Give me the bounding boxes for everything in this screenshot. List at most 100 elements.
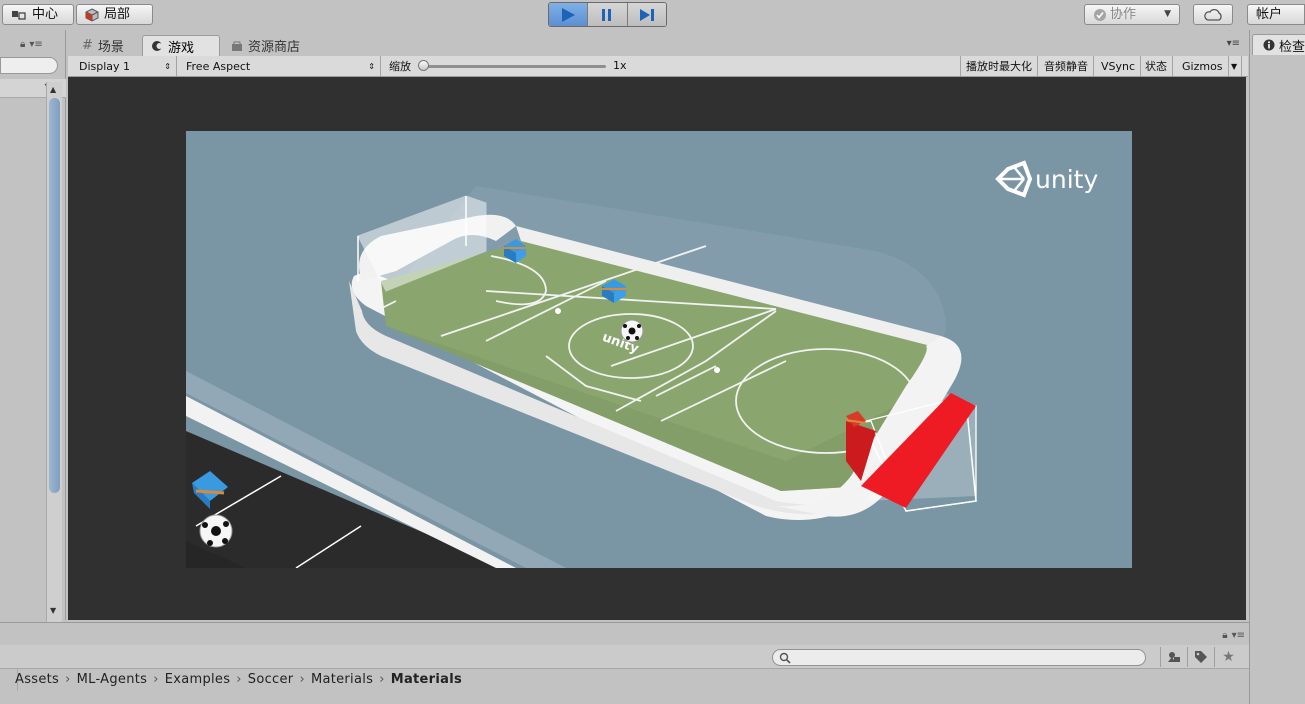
local-toggle-button[interactable]: 局部 — [76, 4, 153, 25]
gizmos-toggle[interactable]: Gizmos — [1177, 56, 1229, 76]
cloud-icon — [1204, 8, 1222, 21]
pivot-icon — [12, 10, 26, 20]
info-icon — [1263, 39, 1275, 51]
lock-icon[interactable]: 🔒︎ — [20, 39, 25, 50]
scroll-down-icon[interactable]: ▼ — [50, 606, 56, 615]
scale-slider-handle[interactable] — [418, 60, 429, 71]
playmode-controls — [548, 2, 667, 27]
project-panel: 🔒︎ ▾≡ ★ Assets › ML-Agents › Examples › Soc… — [0, 622, 1249, 704]
chevron-right-icon: › — [379, 671, 385, 687]
penalty-spot — [555, 308, 561, 314]
unity-logo: unity — [995, 160, 1098, 198]
filter-label-button[interactable] — [1187, 647, 1213, 667]
step-icon — [639, 8, 654, 21]
soccer-ball — [199, 514, 233, 548]
lock-icon[interactable]: 🔒︎ — [1222, 630, 1227, 641]
chevron-right-icon: › — [65, 671, 71, 687]
star-icon: ★ — [1222, 649, 1235, 665]
breadcrumb-item[interactable]: Materials — [311, 672, 373, 687]
view-tabs: # 场景 游戏 资源商店 ▾≡ — [68, 34, 1248, 56]
pause-button[interactable] — [588, 3, 628, 26]
scale-slider[interactable] — [422, 65, 606, 68]
vsync-toggle[interactable]: VSync — [1096, 56, 1142, 76]
cloud-button[interactable] — [1193, 4, 1233, 25]
hierarchy-panel: 🔒︎ ▾≡ ▾≡ ▲ ▼ — [0, 30, 66, 622]
filter-type-button[interactable] — [1160, 647, 1186, 667]
scale-value: 1x — [613, 59, 627, 72]
pivot-toggle-button[interactable]: 中心 — [2, 4, 74, 25]
collab-dropdown[interactable]: 协作 ▼ — [1084, 4, 1180, 25]
tab-game[interactable]: 游戏 — [142, 35, 220, 56]
chevron-right-icon: › — [153, 671, 159, 687]
hierarchy-search-input[interactable] — [0, 57, 58, 74]
display-dropdown[interactable]: Display 1 ⇕ — [74, 56, 177, 76]
account-label: 帐户 — [1256, 7, 1283, 22]
play-icon — [562, 7, 576, 22]
pivot-label: 中心 — [32, 7, 59, 22]
stats-label: 状态 — [1145, 60, 1167, 73]
chevron-down-icon: ▼ — [1164, 9, 1171, 19]
game-view: unity unity — [68, 77, 1246, 620]
tab-game-label: 游戏 — [168, 40, 195, 56]
gizmos-label: Gizmos — [1182, 59, 1223, 73]
stats-toggle[interactable]: 状态 — [1140, 56, 1173, 76]
project-search-input[interactable] — [772, 649, 1146, 666]
center-spot — [714, 367, 720, 373]
project-toolbar: ★ — [0, 645, 1249, 669]
favorites-button[interactable]: ★ — [1214, 647, 1242, 667]
game-icon — [152, 41, 163, 51]
grid-icon: # — [82, 38, 93, 53]
maximize-on-play-toggle[interactable]: 播放时最大化 — [960, 56, 1038, 76]
filter-icon — [1167, 652, 1180, 662]
collab-label: 协作 — [1110, 7, 1137, 22]
aspect-label: Free Aspect — [186, 59, 251, 73]
hierarchy-scrollbar[interactable]: ▲ ▼ — [46, 82, 62, 622]
scale-label: 缩放 — [389, 60, 411, 73]
game-view-toolbar: Display 1 ⇕ Free Aspect ⇕ 缩放 1x 播放时最大化 音… — [68, 56, 1248, 77]
tab-scene[interactable]: # 场景 — [74, 35, 132, 56]
scroll-up-icon[interactable]: ▲ — [50, 85, 56, 94]
chevron-down-icon: ▼ — [1231, 61, 1238, 71]
game-viewport[interactable]: unity unity — [186, 131, 1132, 568]
soccer-ball — [620, 319, 644, 343]
menu-icon[interactable]: ▾≡ — [29, 39, 42, 50]
search-icon — [779, 652, 791, 664]
mute-audio-toggle[interactable]: 音频静音 — [1039, 56, 1094, 76]
breadcrumb-item[interactable]: ML-Agents — [77, 672, 148, 687]
local-label: 局部 — [104, 7, 131, 22]
chevron-right-icon: › — [236, 671, 242, 687]
chevron-right-icon: › — [299, 671, 305, 687]
mute-audio-label: 音频静音 — [1044, 60, 1088, 73]
aspect-dropdown[interactable]: Free Aspect ⇕ — [181, 56, 381, 76]
breadcrumb-item[interactable]: Soccer — [248, 672, 294, 687]
play-button[interactable] — [549, 3, 589, 26]
tab-asset-store[interactable]: 资源商店 — [223, 35, 308, 56]
breadcrumb: Assets › ML-Agents › Examples › Soccer › Mat… — [15, 668, 462, 690]
scale-control: 缩放 1x — [384, 56, 960, 76]
store-icon — [232, 41, 242, 51]
account-dropdown[interactable]: 帐户 — [1247, 4, 1305, 25]
breadcrumb-item[interactable]: Examples — [165, 672, 231, 687]
tab-inspector[interactable]: 检查 — [1252, 34, 1305, 55]
label-icon — [1194, 651, 1207, 663]
tab-scene-label: 场景 — [97, 40, 124, 55]
scrollbar-thumb[interactable] — [49, 98, 60, 493]
display-label: Display 1 — [79, 59, 131, 73]
soccer-scene: unity unity — [186, 160, 1098, 568]
tab-menu-icon[interactable]: ▾≡ — [1227, 38, 1240, 49]
menu-icon[interactable]: ▾≡ — [1232, 630, 1245, 641]
gizmos-dropdown[interactable]: ▼ — [1228, 56, 1242, 76]
pause-icon — [602, 8, 612, 21]
unity-logo-text: unity — [1035, 165, 1098, 194]
main-toolbar: 中心 局部 协作 ▼ 帐户 — [0, 0, 1305, 30]
tab-inspector-label: 检查 — [1279, 39, 1305, 55]
vsync-label: VSync — [1101, 59, 1136, 73]
local-icon — [85, 7, 99, 22]
check-icon — [1094, 8, 1106, 21]
step-button[interactable] — [627, 3, 666, 26]
tab-asset-store-label: 资源商店 — [248, 40, 301, 55]
inspector-panel: 检查 — [1249, 30, 1305, 704]
updown-icon: ⇕ — [368, 61, 375, 71]
breadcrumb-item[interactable]: Assets — [15, 672, 59, 687]
breadcrumb-current: Materials — [390, 671, 463, 687]
